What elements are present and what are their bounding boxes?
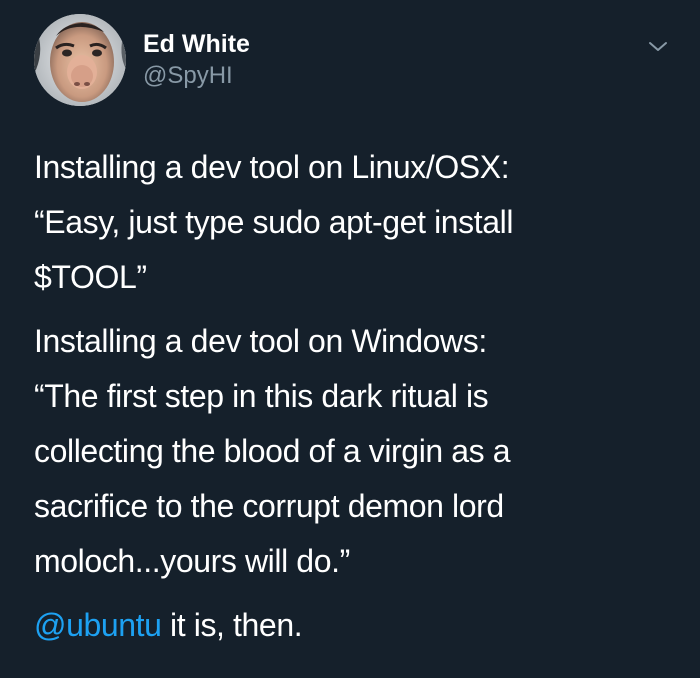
tweet-paragraph: @ubuntu it is, then. [34,598,674,653]
author-info[interactable]: Ed White @SpyHI [143,28,250,92]
tweet-text-line: “Easy, just type sudo apt-get install [34,204,514,240]
tweet-text-line: Installing a dev tool on Windows: [34,323,487,359]
author-handle[interactable]: @SpyHI [143,60,250,92]
tweet-card: Ed White @SpyHI Installing a dev tool on… [0,0,700,678]
tweet-text-line: “The first step in this dark ritual is [34,378,489,414]
tweet-text-fragment: it is, then. [161,607,303,643]
tweet-text-line: moloch...yours will do.” [34,543,350,579]
mention-link[interactable]: @ubuntu [34,607,162,643]
tweet-text-line: $TOOL” [34,259,147,295]
tweet-paragraph: Installing a dev tool on Linux/OSX: “Eas… [34,140,674,305]
tweet-header: Ed White @SpyHI [34,14,674,110]
tweet-text-line: sacrifice to the corrupt demon lord [34,488,504,524]
tweet-text-line: @ubuntu it is, then. [34,598,674,653]
avatar[interactable] [34,14,126,106]
tweet-body: Installing a dev tool on Linux/OSX: “Eas… [34,140,674,653]
author-display-name[interactable]: Ed White [143,28,250,60]
tweet-text-line: Installing a dev tool on Linux/OSX: [34,149,510,185]
tweet-paragraph: Installing a dev tool on Windows: “The f… [34,314,674,589]
chevron-down-icon[interactable] [646,36,670,56]
avatar-image [34,14,126,106]
tweet-text-line: collecting the blood of a virgin as a [34,433,511,469]
